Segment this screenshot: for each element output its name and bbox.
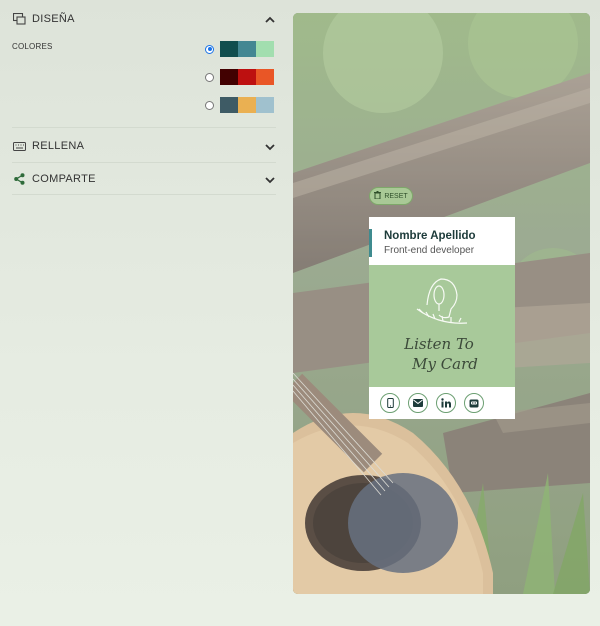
swatch: [238, 97, 256, 113]
swatch: [238, 69, 256, 85]
card-header: Nombre Apellido Front-end developer: [369, 217, 515, 265]
palette-option-3[interactable]: [205, 97, 274, 113]
trash-icon: [374, 191, 382, 201]
design-icon: [12, 12, 26, 26]
design-panel: DISEÑA COLORES RELLENA COMPARTE: [0, 0, 282, 626]
svg-text:My Card: My Card: [411, 355, 478, 373]
palette-option-2[interactable]: [205, 69, 274, 85]
section-comparte-title: COMPARTE: [32, 173, 96, 185]
mobile-icon[interactable]: [380, 393, 400, 413]
logo-text: Listen To My Card: [403, 335, 478, 373]
reset-label: RESET: [384, 192, 408, 200]
github-icon[interactable]: [464, 393, 484, 413]
section-rellena-header[interactable]: RELLENA: [12, 135, 276, 157]
swatch: [256, 41, 274, 57]
section-disena-header[interactable]: DISEÑA: [12, 8, 276, 30]
section-disena-title: DISEÑA: [32, 13, 75, 25]
palette-radio-2[interactable]: [205, 72, 214, 82]
accent-bar: [369, 229, 372, 257]
card-preview: RESET Nombre Apellido Front-end develope…: [293, 13, 590, 594]
palette-option-1[interactable]: [205, 41, 274, 57]
swatch: [238, 41, 256, 57]
email-icon[interactable]: [408, 393, 428, 413]
svg-text:Listen To: Listen To: [403, 335, 474, 353]
swatch: [220, 41, 238, 57]
section-comparte-header[interactable]: COMPARTE: [12, 168, 276, 190]
card-name: Nombre Apellido: [384, 230, 476, 242]
swatch: [256, 97, 274, 113]
card-job: Front-end developer: [384, 245, 475, 256]
business-card: Nombre Apellido Front-end developer List…: [369, 217, 515, 419]
divider: [12, 162, 276, 163]
share-icon: [12, 172, 26, 186]
divider: [12, 194, 276, 195]
section-rellena-title: RELLENA: [32, 140, 85, 152]
chevron-down-icon[interactable]: [264, 140, 276, 152]
swatch: [256, 69, 274, 85]
linkedin-icon[interactable]: [436, 393, 456, 413]
palette-radio-3[interactable]: [205, 100, 214, 110]
card-image: Listen To My Card: [369, 265, 515, 387]
chevron-up-icon[interactable]: [264, 13, 276, 25]
keyboard-icon: [12, 139, 26, 153]
swatch: [220, 97, 238, 113]
reset-button[interactable]: RESET: [369, 187, 413, 205]
colors-label: COLORES: [12, 42, 53, 51]
chevron-down-icon[interactable]: [264, 173, 276, 185]
divider: [12, 127, 276, 128]
palette-radio-1[interactable]: [205, 44, 214, 54]
social-links: [369, 387, 515, 419]
listen-to-my-card-logo: Listen To My Card: [403, 278, 478, 373]
swatch: [220, 69, 238, 85]
